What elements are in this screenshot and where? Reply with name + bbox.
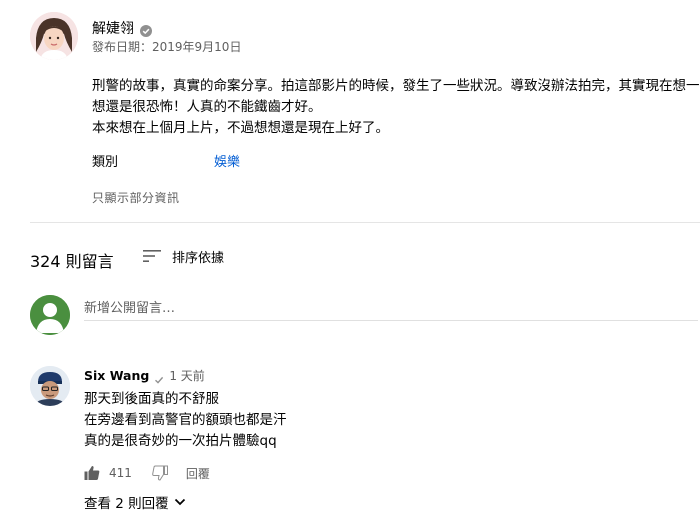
channel-name-row: 解婕翎 [92, 18, 152, 38]
verified-icon [140, 22, 152, 37]
view-replies-button[interactable]: 查看 2 則回覆 [84, 492, 187, 512]
sort-button[interactable]: 排序依據 [142, 246, 224, 266]
user-avatar [30, 295, 70, 335]
description-line: 刑警的故事，真實的命案分享。拍這部影片的時候，發生了一些狀況。導致沒辦法拍完，其… [92, 78, 700, 94]
channel-avatar[interactable] [30, 12, 78, 60]
comment-actions: 411 回覆 [84, 463, 210, 483]
comment-line: 真的是很奇妙的一次拍片體驗qq [84, 433, 277, 449]
reply-button[interactable]: 回覆 [186, 465, 210, 482]
category-link[interactable]: 娛樂 [214, 151, 240, 170]
sort-label: 排序依據 [172, 250, 225, 266]
comment-timestamp[interactable]: 1 天前 [169, 367, 204, 384]
comment-line: 在旁邊看到高警官的額頭也都是汗 [84, 412, 287, 428]
description-line: 本來想在上個月上片，不過想想還是現在上好了。 [92, 120, 389, 136]
chevron-down-icon [173, 495, 187, 509]
like-count: 411 [109, 466, 132, 480]
category-label: 類別 [92, 155, 119, 170]
new-comment-input[interactable] [84, 296, 698, 321]
publish-date: 發布日期：2019年9月10日 [92, 40, 242, 54]
category-row: 類別 娛樂 [92, 151, 240, 170]
description-line: 想還是很恐怖！人真的不能鐵齒才好。 [92, 99, 322, 115]
channel-name[interactable]: 解婕翎 [92, 18, 134, 38]
comment-count: 324 則留言 [30, 252, 114, 271]
commenter-avatar[interactable] [30, 366, 70, 406]
commenter-name[interactable]: Six Wang [84, 368, 149, 383]
video-description: 刑警的故事，真實的命案分享。拍這部影片的時候，發生了一些狀況。導致沒辦法拍完，其… [92, 76, 700, 139]
check-icon [154, 370, 164, 384]
video-info-page: 解婕翎 發布日期：2019年9月10日 刑警的故事，真實的命案分享。拍這部影片的… [0, 0, 700, 524]
sort-icon [142, 246, 162, 266]
comment-header: Six Wang 1 天前 [84, 366, 205, 384]
comment-body: 那天到後面真的不舒服 在旁邊看到高警官的額頭也都是汗 真的是很奇妙的一次拍片體驗… [84, 389, 287, 452]
view-replies-label: 查看 2 則回覆 [84, 496, 169, 512]
show-less-button[interactable]: 只顯示部分資訊 [92, 189, 180, 206]
divider [30, 222, 700, 223]
comment-line: 那天到後面真的不舒服 [84, 391, 219, 407]
dislike-icon[interactable] [152, 465, 168, 481]
like-icon[interactable] [84, 465, 100, 481]
